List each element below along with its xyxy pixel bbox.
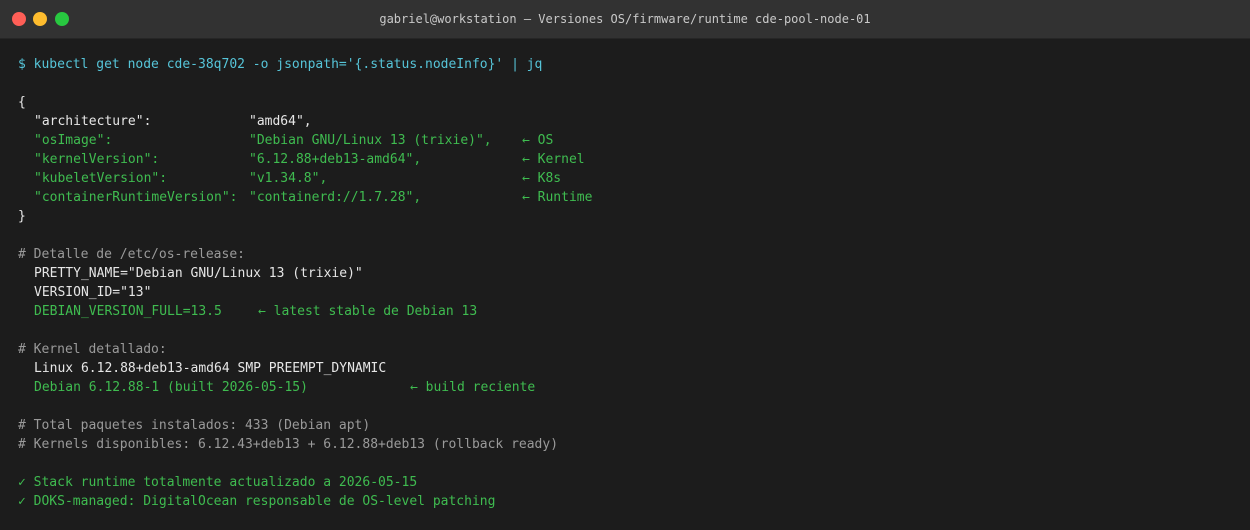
json-field-value: "Debian GNU/Linux 13 (trixie)",: [249, 133, 492, 148]
json-field-row: "osImage": "Debian GNU/Linux 13 (trixie)"…: [18, 131, 1238, 150]
kernel-comment: # Kernel detallado:: [18, 342, 167, 357]
version-full-note: ← latest stable de Debian 13: [258, 304, 478, 319]
json-field-note: ← Kernel: [522, 152, 585, 167]
json-field-value: "v1.34.8",: [249, 171, 328, 186]
json-field-row: "kubeletVersion": "v1.34.8", ← K8s: [18, 169, 1238, 188]
terminal-window: gabriel@workstation — Versiones OS/firmw…: [0, 0, 1250, 530]
version-full-value: DEBIAN_VERSION_FULL=13.5: [34, 304, 222, 319]
kernel-build-value: Debian 6.12.88-1 (built 2026-05-15): [34, 380, 308, 395]
json-field-key: "containerRuntimeVersion":: [34, 190, 238, 205]
json-close-brace: }: [18, 209, 26, 224]
json-field-note: ← K8s: [522, 171, 562, 186]
json-field-value: "containerd://1.7.28",: [249, 190, 422, 205]
json-field-value: "amd64",: [249, 114, 312, 129]
version-full-line: DEBIAN_VERSION_FULL=13.5 ← latest stable…: [18, 302, 1238, 321]
version-id-line: VERSION_ID="13": [34, 285, 152, 300]
json-field-key: "osImage":: [34, 133, 113, 148]
os-release-comment: # Detalle de /etc/os-release:: [18, 247, 245, 262]
pretty-name-line: PRETTY_NAME="Debian GNU/Linux 13 (trixie…: [34, 266, 363, 281]
json-field-note: ← Runtime: [522, 190, 593, 205]
kernel-build-note: ← build reciente: [410, 380, 536, 395]
packages-total-line: # Total paquetes instalados: 433 (Debian…: [18, 418, 371, 433]
kernels-available-line: # Kernels disponibles: 6.12.43+deb13 + 6…: [18, 437, 559, 452]
json-field-value: "6.12.88+deb13-amd64",: [249, 152, 422, 167]
summary-line-1: ✓ Stack runtime totalmente actualizado a…: [18, 475, 418, 490]
json-field-row: "architecture": "amd64",: [18, 112, 1238, 131]
json-field-row: "containerRuntimeVersion": "containerd://…: [18, 188, 1238, 207]
command-line: $ kubectl get node cde-38q702 -o jsonpat…: [18, 57, 543, 72]
json-field-key: "architecture":: [34, 114, 152, 129]
json-field-key: "kubeletVersion":: [34, 171, 168, 186]
summary-line-2: ✓ DOKS-managed: DigitalOcean responsable…: [18, 494, 496, 509]
kernel-uname-line: Linux 6.12.88+deb13-amd64 SMP PREEMPT_DY…: [34, 361, 387, 376]
window-title: gabriel@workstation — Versiones OS/firmw…: [379, 12, 871, 26]
json-field-key: "kernelVersion":: [34, 152, 160, 167]
json-field-note: ← OS: [522, 133, 554, 148]
terminal-output[interactable]: $ kubectl get node cde-38q702 -o jsonpat…: [18, 55, 1238, 511]
title-bar: gabriel@workstation — Versiones OS/firmw…: [0, 0, 1250, 39]
json-open-brace: {: [18, 95, 26, 110]
kernel-build-line: Debian 6.12.88-1 (built 2026-05-15) ← bu…: [18, 378, 1238, 397]
json-field-row: "kernelVersion": "6.12.88+deb13-amd64", ← …: [18, 150, 1238, 169]
